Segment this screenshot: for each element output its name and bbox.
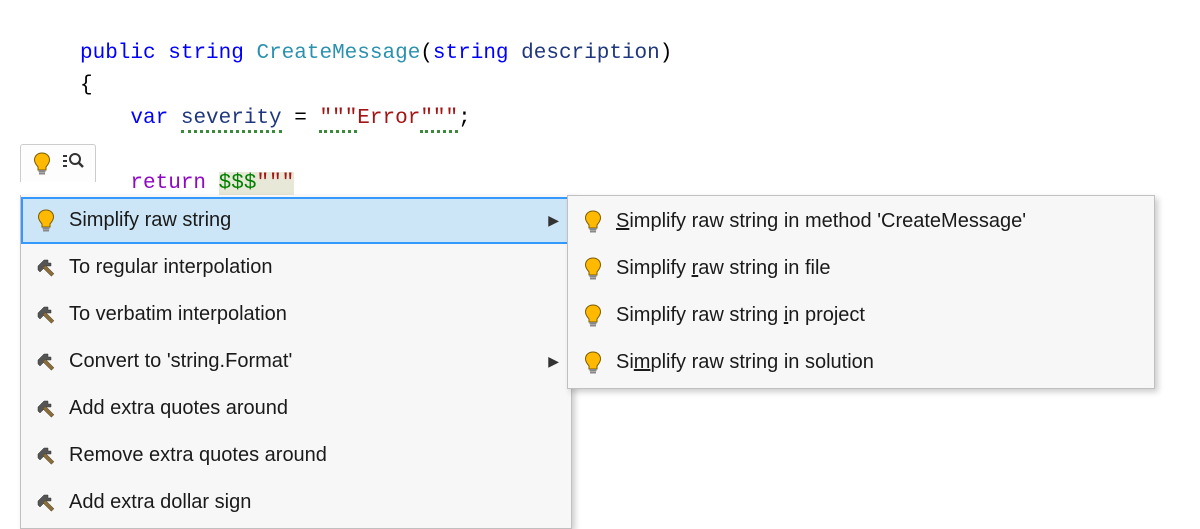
hammer-icon <box>31 445 61 467</box>
menu-item-label: Add extra dollar sign <box>69 491 559 514</box>
hammer-icon <box>31 257 61 279</box>
submenu-item-label: Simplify raw string in method 'CreateMes… <box>616 210 1142 233</box>
string-open-quotes: """ <box>319 107 357 133</box>
submenu-item-label: Simplify raw string in file <box>616 257 1142 280</box>
search-icon <box>61 149 85 178</box>
equals: = <box>282 107 320 130</box>
string-close-quotes: """ <box>420 107 458 133</box>
code-editor[interactable]: public string CreateMessage(string descr… <box>0 0 1200 200</box>
menu-item-label: Add extra quotes around <box>69 397 559 420</box>
quick-actions-button[interactable] <box>20 144 96 182</box>
menu-item[interactable]: Convert to 'string.Format'▶ <box>21 338 571 385</box>
lightbulb-icon <box>31 209 61 233</box>
hammer-icon <box>31 398 61 420</box>
submenu-item[interactable]: Simplify raw string in solution <box>568 339 1154 386</box>
lightbulb-icon <box>578 210 608 234</box>
quick-actions-menu: Simplify raw string▶To regular interpola… <box>20 195 572 529</box>
raw-string-open: """ <box>256 172 294 195</box>
menu-item-label: To verbatim interpolation <box>69 303 559 326</box>
lightbulb-icon <box>27 152 57 176</box>
keyword-string: string <box>168 42 244 65</box>
menu-item[interactable]: Add extra quotes around <box>21 385 571 432</box>
menu-item[interactable]: To verbatim interpolation <box>21 291 571 338</box>
submenu-item[interactable]: Simplify raw string in project <box>568 292 1154 339</box>
dollar-signs: $$$ <box>219 172 257 195</box>
lightbulb-icon <box>578 304 608 328</box>
param-name: description <box>521 42 660 65</box>
method-name: CreateMessage <box>256 42 420 65</box>
keyword-public: public <box>80 42 156 65</box>
menu-item-label: Remove extra quotes around <box>69 444 559 467</box>
brace-open: { <box>80 74 93 97</box>
menu-item[interactable]: Remove extra quotes around <box>21 432 571 479</box>
lightbulb-icon <box>578 351 608 375</box>
submenu-item[interactable]: Simplify raw string in method 'CreateMes… <box>568 198 1154 245</box>
paren-open: ( <box>420 42 433 65</box>
semicolon: ; <box>458 107 471 130</box>
chevron-right-icon: ▶ <box>548 212 559 229</box>
submenu-item-label: Simplify raw string in project <box>616 304 1142 327</box>
paren-close: ) <box>660 42 673 65</box>
param-type: string <box>433 42 509 65</box>
quick-actions-submenu: Simplify raw string in method 'CreateMes… <box>567 195 1155 389</box>
menu-item-label: To regular interpolation <box>69 256 559 279</box>
menu-item[interactable]: Simplify raw string▶ <box>21 197 571 244</box>
menu-item[interactable]: Add extra dollar sign <box>21 479 571 526</box>
hammer-icon <box>31 492 61 514</box>
lightbulb-icon <box>578 257 608 281</box>
menu-item-label: Simplify raw string <box>69 209 548 232</box>
submenu-item-label: Simplify raw string in solution <box>616 351 1142 374</box>
menu-item-label: Convert to 'string.Format' <box>69 350 548 373</box>
chevron-right-icon: ▶ <box>548 353 559 370</box>
keyword-return: return <box>130 172 206 195</box>
var-severity: severity <box>181 107 282 133</box>
keyword-var: var <box>130 107 168 130</box>
submenu-item[interactable]: Simplify raw string in file <box>568 245 1154 292</box>
hammer-icon <box>31 304 61 326</box>
string-value: Error <box>357 107 420 130</box>
menu-item[interactable]: To regular interpolation <box>21 244 571 291</box>
hammer-icon <box>31 351 61 373</box>
